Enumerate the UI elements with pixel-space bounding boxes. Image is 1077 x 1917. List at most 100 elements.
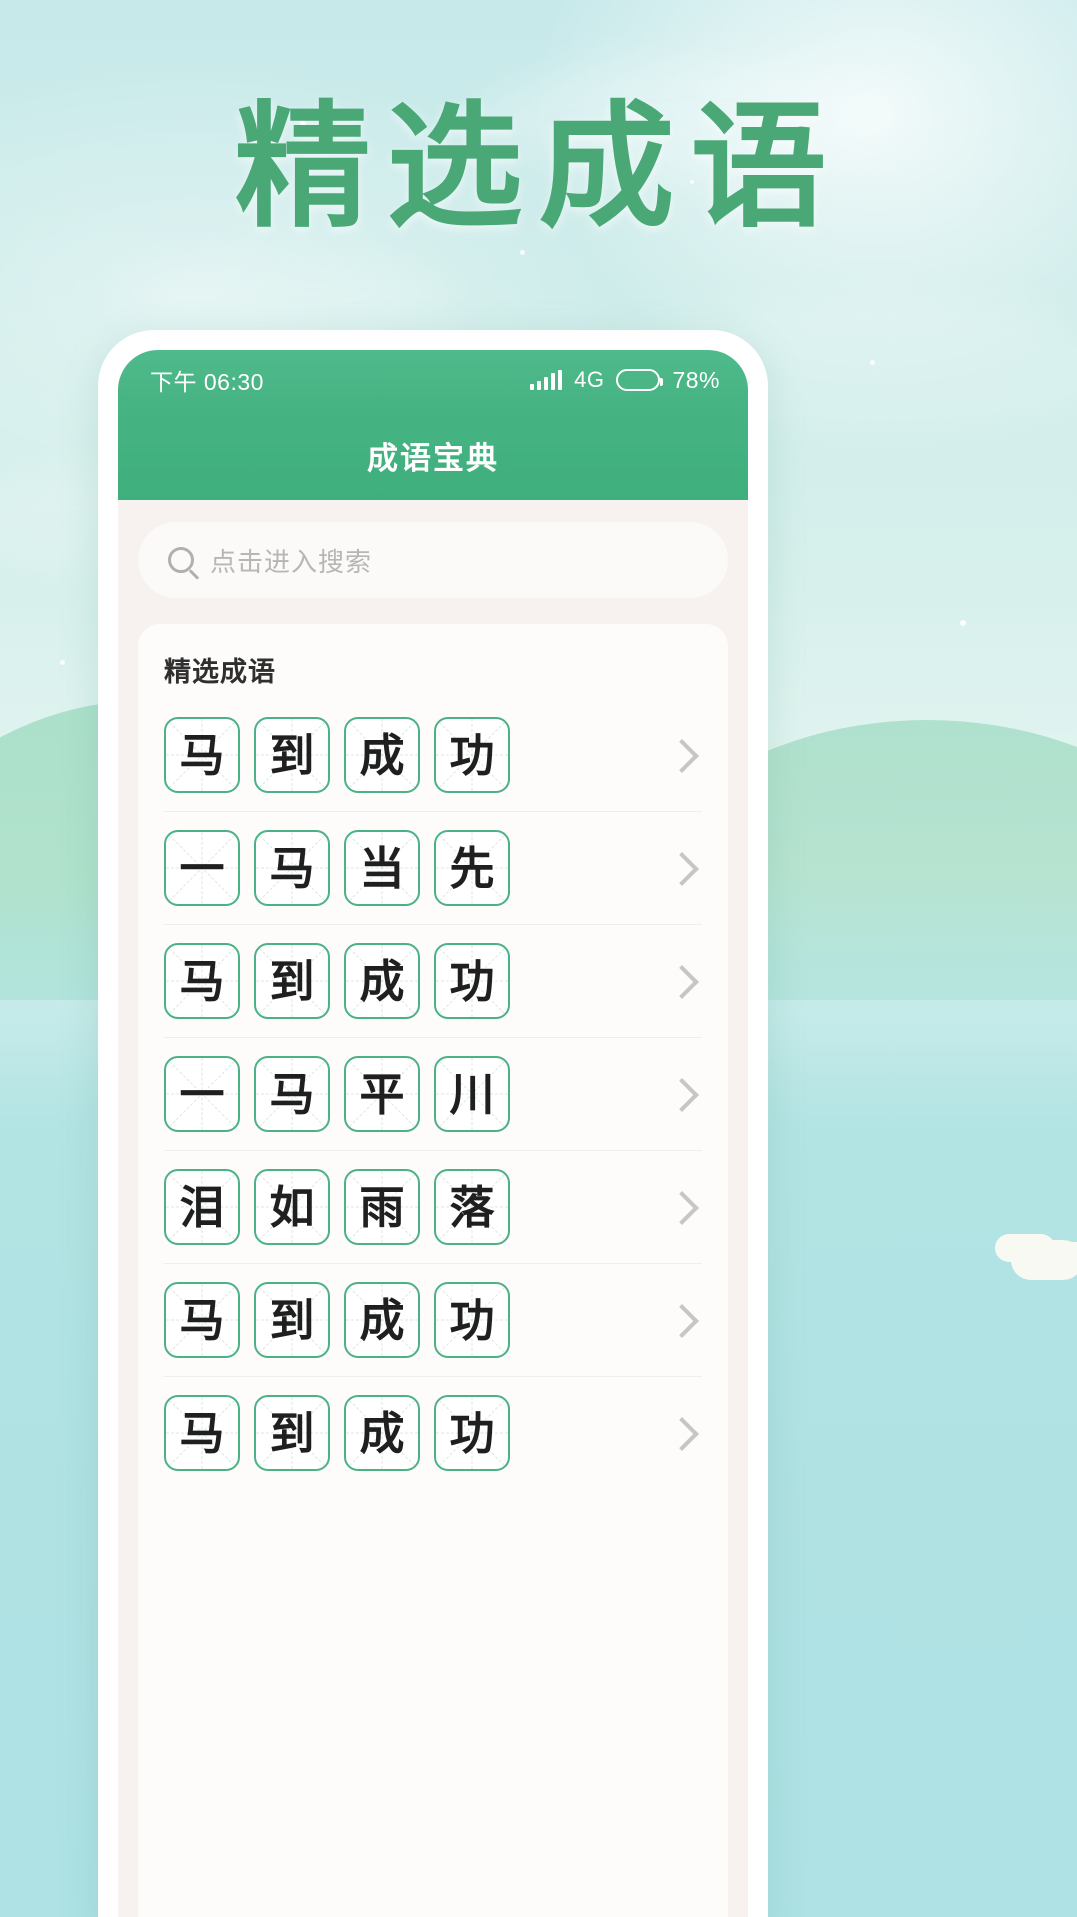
idiom-row[interactable]: 马到成功 xyxy=(164,1377,702,1489)
character-glyph: 雨 xyxy=(359,1180,405,1234)
battery-percent-label: 78% xyxy=(672,366,720,393)
phone-mockup: 下午 06:30 4G 78% 成语宝典 点击进入搜索 精选成语 马到成功一 马… xyxy=(98,330,768,1917)
sparkle-dot xyxy=(870,360,875,365)
character-cell: 落 xyxy=(434,1169,510,1245)
status-indicators: 4G 78% xyxy=(530,367,720,394)
character-cell: 马 xyxy=(254,1056,330,1132)
idiom-characters: 马到成功 xyxy=(164,1282,652,1358)
idiom-characters: 一马当先 xyxy=(164,830,652,906)
character-glyph: 功 xyxy=(449,954,495,1008)
character-glyph: 成 xyxy=(359,954,405,1008)
character-glyph: 马 xyxy=(179,728,225,782)
featured-idioms-card: 精选成语 马到成功一马当先马到成功一马平川泪如雨落马到成功马到成功 xyxy=(138,624,728,1917)
page-title: 精选成语 xyxy=(234,87,843,247)
character-cell: 到 xyxy=(254,943,330,1019)
character-glyph: 功 xyxy=(449,1293,495,1347)
phone-screen: 下午 06:30 4G 78% 成语宝典 点击进入搜索 精选成语 马到成功一 马… xyxy=(118,350,748,1917)
character-glyph: 成 xyxy=(359,1293,405,1347)
idiom-row[interactable]: 马到成功 xyxy=(164,1264,702,1377)
character-glyph: 马 xyxy=(179,1406,225,1460)
chevron-right-icon[interactable] xyxy=(662,1300,702,1340)
app-bar-title: 成语宝典 xyxy=(367,440,499,476)
idiom-row[interactable]: 一马平川 xyxy=(164,1038,702,1151)
character-cell: 功 xyxy=(434,1395,510,1471)
character-glyph: 到 xyxy=(269,1406,315,1460)
sparkle-dot xyxy=(60,660,65,665)
cloud-puff xyxy=(1011,1240,1077,1280)
character-glyph: 落 xyxy=(449,1180,495,1234)
character-cell: 如 xyxy=(254,1169,330,1245)
idiom-characters: 马到成功 xyxy=(164,717,652,793)
character-cell: 成 xyxy=(344,717,420,793)
character-glyph: 当 xyxy=(359,841,405,895)
character-glyph: 马 xyxy=(179,954,225,1008)
character-cell: 平 xyxy=(344,1056,420,1132)
character-glyph: 到 xyxy=(269,954,315,1008)
battery-icon xyxy=(616,369,664,391)
character-cell: 川 xyxy=(434,1056,510,1132)
idiom-characters: 泪如雨落 xyxy=(164,1169,652,1245)
sparkle-dot xyxy=(520,250,525,255)
character-cell: 马 xyxy=(254,830,330,906)
character-glyph: 一 xyxy=(179,1067,225,1121)
character-glyph: 如 xyxy=(269,1180,315,1234)
sparkle-dot xyxy=(960,620,966,626)
idiom-characters: 马到成功 xyxy=(164,943,652,1019)
cloud-shape xyxy=(120,250,450,340)
character-glyph: 马 xyxy=(269,841,315,895)
app-bar: 成语宝典 xyxy=(118,410,748,500)
network-type-label: 4G xyxy=(574,367,605,392)
character-glyph: 川 xyxy=(449,1067,495,1121)
character-cell: 到 xyxy=(254,717,330,793)
idiom-row[interactable]: 马到成功 xyxy=(164,699,702,812)
card-title: 精选成语 xyxy=(164,657,276,687)
character-cell: 成 xyxy=(344,943,420,1019)
character-cell: 成 xyxy=(344,1395,420,1471)
chevron-right-icon[interactable] xyxy=(662,961,702,1001)
idiom-characters: 马到成功 xyxy=(164,1395,652,1471)
search-icon xyxy=(168,547,194,573)
character-cell: 到 xyxy=(254,1395,330,1471)
character-glyph: 功 xyxy=(449,1406,495,1460)
chevron-right-icon[interactable] xyxy=(662,1074,702,1114)
chevron-right-icon[interactable] xyxy=(662,735,702,775)
character-cell: 功 xyxy=(434,1282,510,1358)
character-glyph: 泪 xyxy=(179,1180,225,1234)
character-cell: 马 xyxy=(164,943,240,1019)
chevron-right-icon[interactable] xyxy=(662,1187,702,1227)
character-glyph: 成 xyxy=(359,1406,405,1460)
idiom-row[interactable]: 泪如雨落 xyxy=(164,1151,702,1264)
character-cell: 雨 xyxy=(344,1169,420,1245)
chevron-right-icon[interactable] xyxy=(662,848,702,888)
character-cell: 马 xyxy=(164,1282,240,1358)
character-cell: 成 xyxy=(344,1282,420,1358)
character-glyph: 先 xyxy=(449,841,495,895)
character-cell: 一 xyxy=(164,1056,240,1132)
idiom-characters: 一马平川 xyxy=(164,1056,652,1132)
character-glyph: 到 xyxy=(269,728,315,782)
app-content: 点击进入搜索 精选成语 马到成功一马当先马到成功一马平川泪如雨落马到成功马到成功 xyxy=(118,500,748,1917)
search-placeholder: 点击进入搜索 xyxy=(210,546,373,577)
idiom-list: 马到成功一马当先马到成功一马平川泪如雨落马到成功马到成功 xyxy=(164,699,702,1489)
character-glyph: 到 xyxy=(269,1293,315,1347)
chevron-right-icon[interactable] xyxy=(662,1413,702,1453)
idiom-row[interactable]: 一马当先 xyxy=(164,812,702,925)
character-cell: 马 xyxy=(164,717,240,793)
character-cell: 马 xyxy=(164,1395,240,1471)
search-bar[interactable]: 点击进入搜索 xyxy=(138,522,728,598)
character-glyph: 一 xyxy=(179,841,225,895)
character-glyph: 马 xyxy=(179,1293,225,1347)
idiom-row[interactable]: 马到成功 xyxy=(164,925,702,1038)
character-glyph: 成 xyxy=(359,728,405,782)
character-cell: 泪 xyxy=(164,1169,240,1245)
character-cell: 当 xyxy=(344,830,420,906)
character-cell: 一 xyxy=(164,830,240,906)
signal-bars-icon xyxy=(530,370,563,390)
status-time: 下午 06:30 xyxy=(150,369,264,395)
character-cell: 到 xyxy=(254,1282,330,1358)
status-bar: 下午 06:30 4G 78% xyxy=(118,350,748,410)
character-cell: 功 xyxy=(434,717,510,793)
character-glyph: 马 xyxy=(269,1067,315,1121)
character-cell: 先 xyxy=(434,830,510,906)
character-glyph: 平 xyxy=(359,1067,405,1121)
